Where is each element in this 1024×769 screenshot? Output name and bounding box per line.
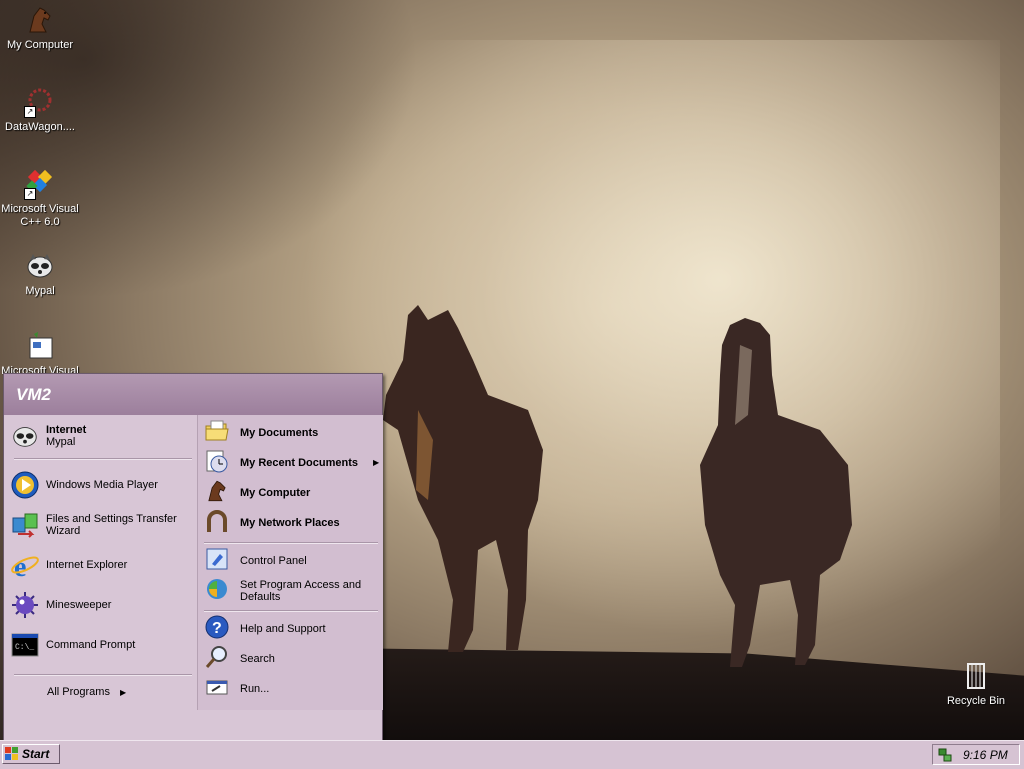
start-item-title: Internet <box>46 424 87 436</box>
control-panel-icon <box>204 546 234 576</box>
minesweeper-icon <box>10 590 40 620</box>
start-item-label: Minesweeper <box>46 599 112 611</box>
start-item-help-and-support[interactable]: ? Help and Support <box>204 614 326 644</box>
network-horseshoe-icon <box>204 508 234 538</box>
start-item-my-recent-documents[interactable]: My Recent Documents <box>204 448 358 478</box>
visual-tool-icon <box>24 330 56 362</box>
start-item-label: Files and Settings Transfer Wizard <box>46 513 177 537</box>
desktop-icon-visual-cpp[interactable]: ↗ Microsoft Visual C++ 6.0 <box>0 168 80 229</box>
start-button[interactable]: Start <box>2 744 60 764</box>
start-item-program-defaults[interactable]: Set Program Access and Defaults <box>204 576 370 606</box>
arrow-right-icon: ▶ <box>119 687 127 697</box>
desktop-icon-recycle-bin[interactable]: Recycle Bin <box>936 660 1016 708</box>
media-player-icon <box>10 470 40 500</box>
start-item-label: Internet Explorer <box>46 559 128 571</box>
recent-documents-icon <box>204 448 234 478</box>
search-icon <box>204 644 234 674</box>
desktop-icon-label: My Computer <box>6 39 74 51</box>
start-menu: VM2 Internet Mypal Windows Media Player … <box>3 373 383 741</box>
svg-text:C:\_: C:\_ <box>15 643 34 652</box>
start-item-transfer-wizard[interactable]: Files and Settings Transfer Wizard <box>10 510 186 540</box>
start-item-my-network-places[interactable]: My Network Places <box>204 508 340 538</box>
horse-computer-icon <box>24 4 56 36</box>
start-item-label: Run... <box>240 683 270 695</box>
start-item-search[interactable]: Search <box>204 644 275 674</box>
start-item-label: My Documents <box>240 427 319 439</box>
mypal-raccoon-icon <box>24 250 56 282</box>
start-item-command-prompt[interactable]: C:\_ Command Prompt <box>10 630 135 660</box>
start-item-label: Command Prompt <box>46 639 136 651</box>
desktop-icon-label: DataWagon.... <box>5 121 75 133</box>
start-item-control-panel[interactable]: Control Panel <box>204 546 307 576</box>
all-programs-label: All Programs <box>47 686 110 698</box>
start-item-label: Windows Media Player <box>46 479 158 491</box>
desktop-icon-mypal[interactable]: Mypal <box>0 250 80 298</box>
start-item-label: My Recent Documents <box>240 457 358 469</box>
start-item-internet-explorer[interactable]: e Internet Explorer <box>10 550 128 583</box>
separator <box>204 542 378 544</box>
start-menu-left-panel: Internet Mypal Windows Media Player File… <box>4 415 197 710</box>
start-item-internet[interactable]: Internet Mypal <box>10 421 86 451</box>
start-label: Start <box>22 747 50 761</box>
separator <box>14 674 192 676</box>
horse-computer-icon <box>204 478 234 508</box>
help-icon: ? <box>204 614 234 644</box>
start-menu-right-panel: My Documents My Recent Documents ▶ My Co… <box>197 415 383 710</box>
start-item-label: Help and Support <box>240 623 326 635</box>
program-defaults-icon <box>204 576 234 606</box>
horse-left-image <box>383 305 543 652</box>
start-item-run[interactable]: Run... <box>204 674 269 704</box>
windows-flag-icon <box>5 747 19 761</box>
desktop-icon-datawagon[interactable]: ↗ DataWagon.... <box>0 86 80 134</box>
mypal-raccoon-icon <box>10 421 40 451</box>
start-menu-user-name: VM2 <box>4 374 382 415</box>
visual-cpp-icon: ↗ <box>24 168 56 200</box>
transfer-wizard-icon <box>10 510 40 540</box>
horse-right-image <box>700 318 852 667</box>
folder-documents-icon <box>204 418 234 448</box>
all-programs-button[interactable]: All Programs ▶ <box>47 677 126 707</box>
start-item-windows-media-player[interactable]: Windows Media Player <box>10 470 158 500</box>
start-item-label: Set Program Access and Defaults <box>240 579 362 603</box>
start-item-label: Control Panel <box>240 555 307 567</box>
desktop-icon-my-computer[interactable]: My Computer <box>0 4 80 52</box>
separator <box>14 458 192 460</box>
shortcut-arrow-icon: ↗ <box>24 188 36 200</box>
start-item-label: Search <box>240 653 275 665</box>
wallpaper-ground <box>330 648 1024 740</box>
start-item-label: My Network Places <box>240 517 340 529</box>
clock[interactable]: 9:16 PM <box>963 748 1008 762</box>
start-item-my-documents[interactable]: My Documents <box>204 418 318 448</box>
network-status-icon[interactable] <box>937 747 953 763</box>
desktop-icon-label: Mypal <box>25 285 55 297</box>
desktop-icon-label: Microsoft Visual C++ 6.0 <box>1 203 79 228</box>
start-item-my-computer[interactable]: My Computer <box>204 478 310 508</box>
start-menu-footer <box>4 710 382 740</box>
svg-text:?: ? <box>212 620 222 637</box>
separator <box>204 610 378 612</box>
arrow-right-icon: ▶ <box>373 458 380 467</box>
start-item-minesweeper[interactable]: Minesweeper <box>10 590 111 620</box>
datawagon-icon: ↗ <box>24 86 56 118</box>
internet-explorer-icon: e <box>10 550 40 583</box>
start-item-label: My Computer <box>240 487 311 499</box>
start-item-subtitle: Mypal <box>46 436 76 448</box>
run-icon <box>204 674 234 704</box>
system-tray: 9:16 PM <box>932 744 1020 765</box>
desktop-icon-label: Recycle Bin <box>946 695 1006 707</box>
taskbar: Start 9:16 PM <box>0 740 1024 769</box>
shortcut-arrow-icon: ↗ <box>24 106 36 118</box>
command-prompt-icon: C:\_ <box>10 630 40 660</box>
recycle-bin-icon <box>960 660 992 692</box>
